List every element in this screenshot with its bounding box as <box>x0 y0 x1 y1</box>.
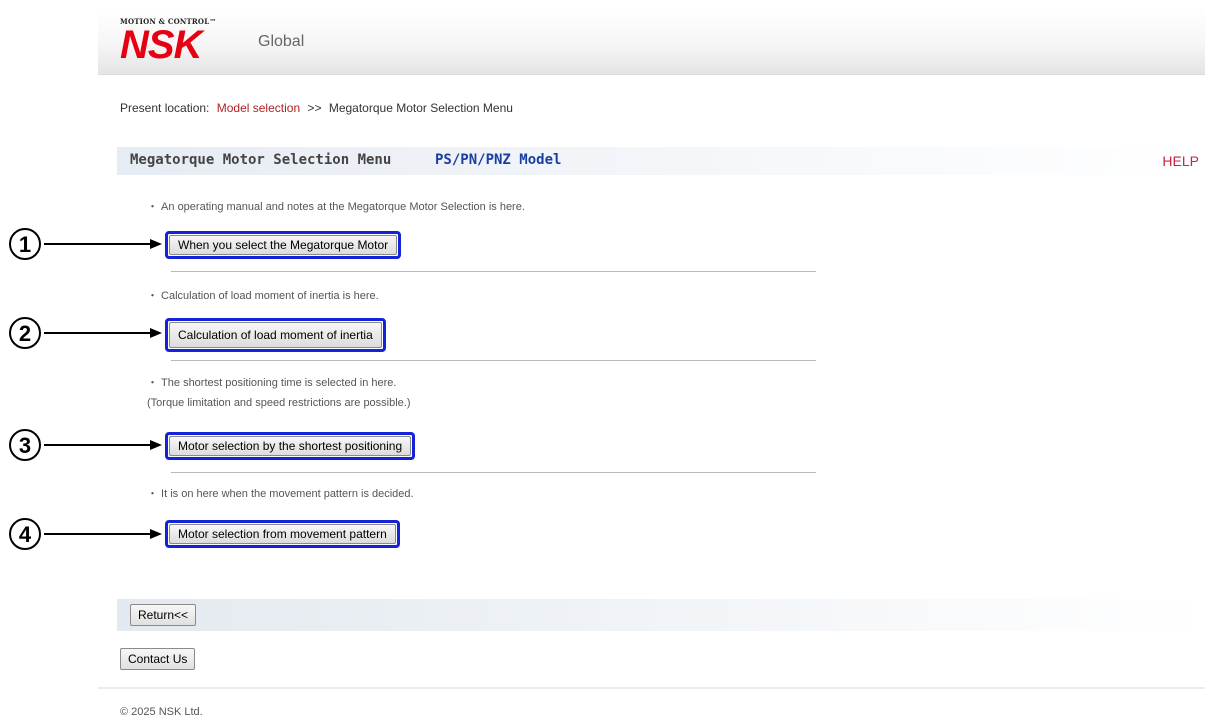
breadcrumb-link-model-selection[interactable]: Model selection <box>217 101 300 115</box>
highlight-box: Calculation of load moment of inertia <box>165 318 386 352</box>
section-4-description: ・ It is on here when the movement patter… <box>147 484 414 504</box>
description-line: (Torque limitation and speed restriction… <box>147 397 411 409</box>
breadcrumb: Present location: Model selection >> Meg… <box>120 101 517 115</box>
description-line: ・ The shortest positioning time is selec… <box>147 377 397 389</box>
divider <box>171 360 816 361</box>
highlight-box: Motor selection from movement pattern <box>165 520 400 548</box>
divider <box>171 271 816 272</box>
footer-nav-bar: Return<< <box>117 599 1205 631</box>
page-title-bar: Megatorque Motor Selection Menu PS/PN/PN… <box>117 147 1205 175</box>
logo-wordmark: NSK <box>120 23 202 67</box>
return-button[interactable]: Return<< <box>130 604 197 626</box>
description-line: ・ It is on here when the movement patter… <box>147 488 414 500</box>
number-4-marker-icon: 4 <box>9 518 41 550</box>
svg-text:3: 3 <box>19 433 31 458</box>
svg-text:2: 2 <box>19 321 31 346</box>
footer-divider <box>98 687 1205 689</box>
breadcrumb-current: Megatorque Motor Selection Menu <box>328 101 513 115</box>
movement-pattern-selection-button[interactable]: Motor selection from movement pattern <box>169 524 396 544</box>
section-2-description: ・ Calculation of load moment of inertia … <box>147 286 379 306</box>
arrow-right-icon <box>44 440 162 450</box>
arrow-right-icon <box>44 239 162 249</box>
site-header: MOTION & CONTROL™ NSK Global <box>98 8 1205 75</box>
number-1-marker-icon: 1 <box>9 228 41 260</box>
nsk-logo[interactable]: MOTION & CONTROL™ NSK <box>120 18 217 67</box>
highlight-box: Motor selection by the shortest position… <box>165 432 416 460</box>
contact-us-button[interactable]: Contact Us <box>120 648 196 670</box>
arrow-right-icon <box>44 529 162 539</box>
arrow-right-icon <box>44 328 162 338</box>
divider <box>171 472 816 473</box>
copyright-text: © 2025 NSK Ltd. <box>120 706 203 718</box>
number-3-marker-icon: 3 <box>9 429 41 461</box>
model-label: PS/PN/PNZ Model <box>435 152 562 168</box>
section-1-description: ・ An operating manual and notes at the M… <box>147 197 525 217</box>
description-line: ・ An operating manual and notes at the M… <box>147 201 525 213</box>
description-line: ・ Calculation of load moment of inertia … <box>147 290 379 302</box>
select-megatorque-motor-button[interactable]: When you select the Megatorque Motor <box>169 235 398 255</box>
help-link[interactable]: HELP <box>1162 153 1199 169</box>
svg-text:4: 4 <box>19 522 32 547</box>
site-region-label: Global <box>258 33 305 50</box>
highlight-box: When you select the Megatorque Motor <box>165 231 402 259</box>
breadcrumb-separator: >> <box>307 101 322 115</box>
breadcrumb-prefix: Present location: <box>120 101 210 115</box>
load-inertia-calculation-button[interactable]: Calculation of load moment of inertia <box>169 322 382 348</box>
svg-text:1: 1 <box>19 232 31 257</box>
number-2-marker-icon: 2 <box>9 317 41 349</box>
page-title: Megatorque Motor Selection Menu <box>130 152 392 168</box>
shortest-positioning-selection-button[interactable]: Motor selection by the shortest position… <box>169 436 412 456</box>
section-3-description: ・ The shortest positioning time is selec… <box>147 373 411 413</box>
